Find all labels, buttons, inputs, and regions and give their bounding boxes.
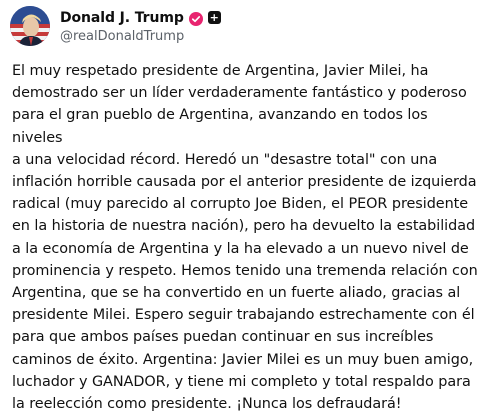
post-card: Donald J. Trump + @realDonaldTrump El mu…	[0, 0, 488, 413]
author-info: Donald J. Trump + @realDonaldTrump	[60, 9, 221, 44]
avatar[interactable]	[10, 6, 50, 46]
author-display-name[interactable]: Donald J. Trump	[60, 10, 184, 26]
verified-badge-icon	[188, 11, 203, 26]
post-body-text: El muy respetado presidente de Argentina…	[12, 63, 478, 413]
author-handle[interactable]: @realDonaldTrump	[60, 29, 221, 44]
plus-icon: +	[207, 11, 221, 24]
name-row: Donald J. Trump +	[60, 9, 221, 27]
post-header: Donald J. Trump + @realDonaldTrump	[10, 6, 221, 46]
avatar-image	[10, 6, 50, 46]
